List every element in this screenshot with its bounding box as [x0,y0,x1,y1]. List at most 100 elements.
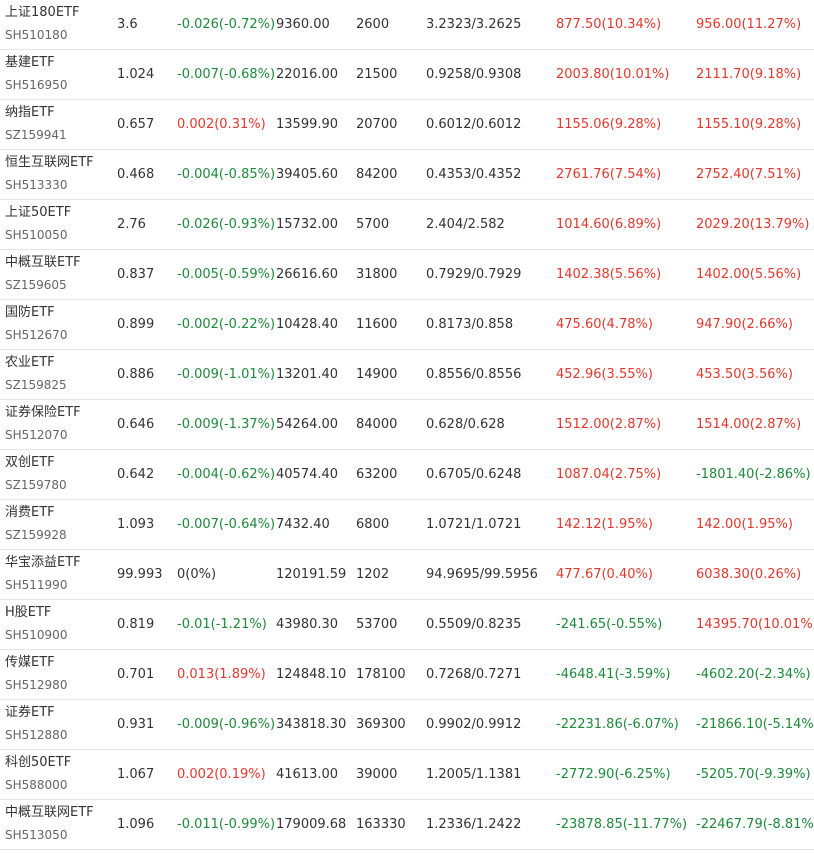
etf-name[interactable]: H股ETF [5,604,51,622]
change-cell: 0(0%) [177,567,217,582]
volume-cell: 369300 [356,717,406,732]
table-row[interactable]: 上证50ETF SH510050 2.76 -0.026(-0.93%) 15732.0… [0,200,814,250]
change-cell: -0.01(-1.21%) [177,617,267,632]
table-row[interactable]: 恒生互联网ETF SH513330 0.468 -0.004(-0.85%) 39405… [0,150,814,200]
flow-cell-1: 452.96(3.55%) [556,367,653,382]
price-cell: 0.657 [117,117,155,132]
flow-cell-1: -241.65(-0.55%) [556,617,663,632]
flow-cell-1: 1014.60(6.89%) [556,217,662,232]
flow-cell-2: 6038.30(0.26%) [696,567,802,582]
etf-code: SH511990 [5,578,68,592]
amount-cell: 39405.60 [276,167,339,182]
flow-cell-1: -23878.85(-11.77%) [556,817,688,832]
amount-cell: 124848.10 [276,667,347,682]
amount-cell: 15732.00 [276,217,339,232]
change-cell: -0.009(-1.37%) [177,417,276,432]
table-row[interactable]: 基建ETF SH516950 1.024 -0.007(-0.68%) 22016.00… [0,50,814,100]
amount-cell: 10428.40 [276,317,339,332]
change-cell: -0.026(-0.93%) [177,217,276,232]
table-row[interactable]: 上证180ETF SH510180 3.6 -0.026(-0.72%) 9360.00… [0,0,814,50]
change-cell: -0.026(-0.72%) [177,17,276,32]
amount-cell: 179009.68 [276,817,347,832]
table-row[interactable]: H股ETF SH510900 0.819 -0.01(-1.21%) 43980.30 5… [0,600,814,650]
volume-cell: 2600 [356,17,390,32]
volume-cell: 1202 [356,567,390,582]
etf-name[interactable]: 上证50ETF [5,204,71,222]
table-row[interactable]: 传媒ETF SH512980 0.701 0.013(1.89%) 124848.10 1… [0,650,814,700]
etf-code: SH513050 [5,828,68,842]
volume-cell: 84200 [356,167,398,182]
flow-cell-1: 2761.76(7.54%) [556,167,662,182]
etf-name[interactable]: 基建ETF [5,54,55,72]
bid-ask-cell: 0.8556/0.8556 [426,367,522,382]
flow-cell-1: -4648.41(-3.59%) [556,667,671,682]
bid-ask-cell: 0.5509/0.8235 [426,617,522,632]
etf-code: SZ159928 [5,528,67,542]
table-row[interactable]: 证券保险ETF SH512070 0.646 -0.009(-1.37%) 54264.… [0,400,814,450]
amount-cell: 54264.00 [276,417,339,432]
change-cell: 0.002(0.19%) [177,767,266,782]
etf-name[interactable]: 国防ETF [5,304,55,322]
etf-name[interactable]: 传媒ETF [5,654,55,672]
table-row[interactable]: 消费ETF SZ159928 1.093 -0.007(-0.64%) 7432.40 6… [0,500,814,550]
price-cell: 0.468 [117,167,155,182]
change-cell: -0.011(-0.99%) [177,817,276,832]
etf-name[interactable]: 科创50ETF [5,754,71,772]
volume-cell: 11600 [356,317,398,332]
etf-code: SZ159825 [5,378,67,392]
table-row[interactable]: 双创ETF SZ159780 0.642 -0.004(-0.62%) 40574.40… [0,450,814,500]
table-row[interactable]: 中概互联ETF SZ159605 0.837 -0.005(-0.59%) 26616.… [0,250,814,300]
etf-name[interactable]: 证券保险ETF [5,404,81,422]
bid-ask-cell: 0.7929/0.7929 [426,267,522,282]
price-cell: 0.931 [117,717,155,732]
volume-cell: 53700 [356,617,398,632]
etf-code: SH510180 [5,28,68,42]
table-row[interactable]: 科创50ETF SH588000 1.067 0.002(0.19%) 41613.00… [0,750,814,800]
etf-name[interactable]: 纳指ETF [5,104,55,122]
etf-code: SZ159941 [5,128,67,142]
etf-code: SH512880 [5,728,68,742]
etf-code: SH510050 [5,228,68,242]
table-row[interactable]: 华宝添益ETF SH511990 99.993 0(0%) 120191.59 1202 9… [0,550,814,600]
etf-name[interactable]: 中概互联网ETF [5,804,94,822]
flow-cell-2: 14395.70(10.01%) [696,617,814,632]
etf-name[interactable]: 上证180ETF [5,4,79,22]
etf-name[interactable]: 华宝添益ETF [5,554,81,572]
change-cell: 0.002(0.31%) [177,117,266,132]
volume-cell: 21500 [356,67,398,82]
table-row[interactable]: 中概互联网ETF SH513050 1.096 -0.011(-0.99%) 17900… [0,800,814,850]
flow-cell-2: -22467.79(-8.81%) [696,817,814,832]
bid-ask-cell: 0.8173/0.858 [426,317,514,332]
flow-cell-2: 142.00(1.95%) [696,517,793,532]
bid-ask-cell: 0.9902/0.9912 [426,717,522,732]
flow-cell-1: 877.50(10.34%) [556,17,662,32]
etf-code: SZ159605 [5,278,67,292]
table-row[interactable]: 证券ETF SH512880 0.931 -0.009(-0.96%) 343818.3… [0,700,814,750]
flow-cell-2: 956.00(11.27%) [696,17,802,32]
etf-code: SH512070 [5,428,68,442]
flow-cell-2: -21866.10(-5.14%) [696,717,814,732]
volume-cell: 84000 [356,417,398,432]
etf-name[interactable]: 双创ETF [5,454,55,472]
etf-code: SH516950 [5,78,68,92]
etf-name[interactable]: 消费ETF [5,504,55,522]
etf-name[interactable]: 恒生互联网ETF [5,154,94,172]
flow-cell-1: 475.60(4.78%) [556,317,653,332]
etf-name[interactable]: 证券ETF [5,704,55,722]
etf-name[interactable]: 中概互联ETF [5,254,81,272]
amount-cell: 343818.30 [276,717,347,732]
flow-cell-2: 2029.20(13.79%) [696,217,810,232]
volume-cell: 6800 [356,517,390,532]
change-cell: -0.007(-0.68%) [177,67,276,82]
table-row[interactable]: 国防ETF SH512670 0.899 -0.002(-0.22%) 10428.40… [0,300,814,350]
etf-name[interactable]: 农业ETF [5,354,55,372]
flow-cell-1: -22231.86(-6.07%) [556,717,679,732]
table-row[interactable]: 纳指ETF SZ159941 0.657 0.002(0.31%) 13599.90 20… [0,100,814,150]
flow-cell-2: 1402.00(5.56%) [696,267,802,282]
volume-cell: 178100 [356,667,406,682]
volume-cell: 5700 [356,217,390,232]
price-cell: 99.993 [117,567,163,582]
table-row[interactable]: 农业ETF SZ159825 0.886 -0.009(-1.01%) 13201.40… [0,350,814,400]
amount-cell: 9360.00 [276,17,330,32]
bid-ask-cell: 0.628/0.628 [426,417,505,432]
